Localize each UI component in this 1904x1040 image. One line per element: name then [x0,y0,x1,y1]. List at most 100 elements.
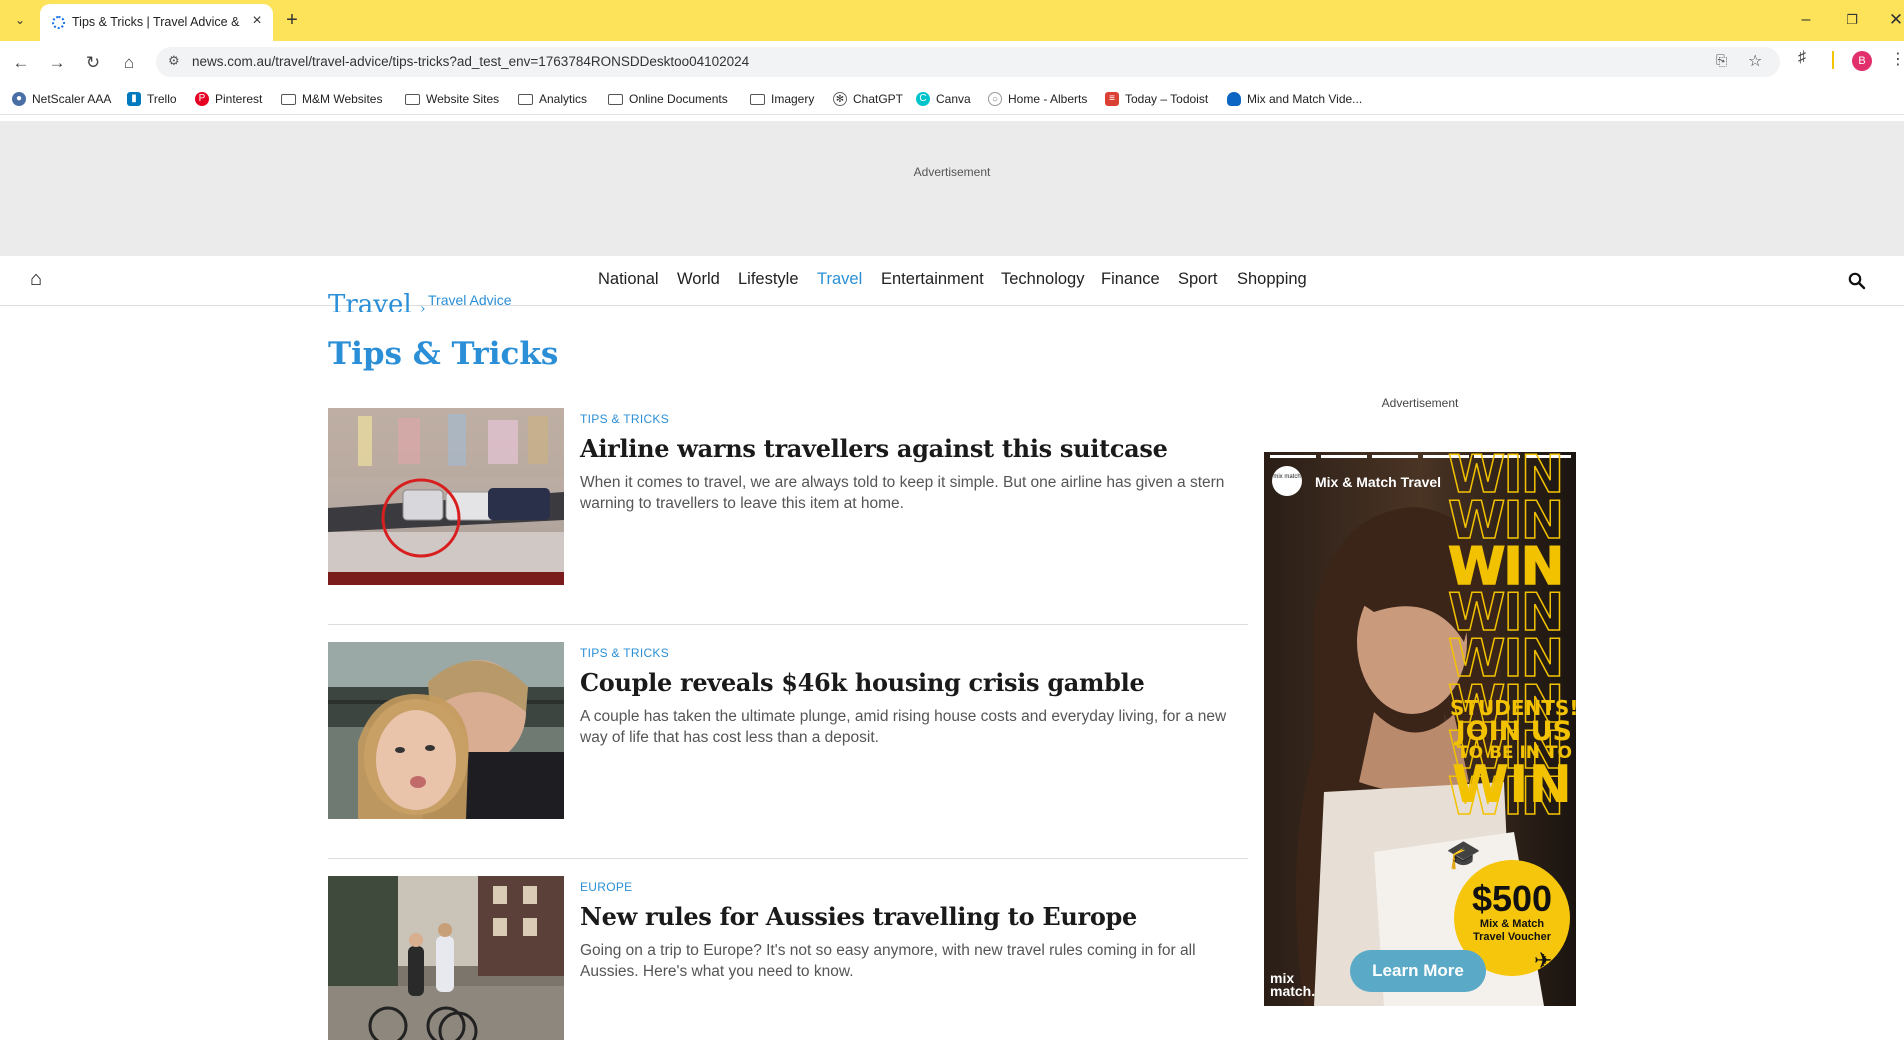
bookmark-analytics[interactable]: Analytics [518,92,587,106]
bookmark-label: Home - Alberts [1008,92,1088,106]
search-icon[interactable] [1848,272,1866,290]
bookmark-label: Canva [936,92,971,106]
story-progress-bar [1321,455,1367,458]
nav-world[interactable]: World [677,270,720,289]
loading-spinner-icon [52,16,65,29]
breadcrumb-travel[interactable]: Travel [328,290,412,312]
promo-text: STUDENTS! JOIN US TO BE IN TO WIN [1450,698,1576,815]
bookmark-chatgpt[interactable]: ✻ ChatGPT [833,92,903,106]
minimize-window-icon[interactable]: – [1792,8,1820,32]
ad-brand-logo: mix match. [1270,971,1316,999]
globe-icon: ○ [988,92,1002,106]
breadcrumb-section[interactable]: Travel › [328,290,426,312]
article-headline[interactable]: New rules for Aussies travelling to Euro… [580,902,1137,931]
promo-line: WIN [1451,755,1572,815]
promo-line: JOIN US [1455,716,1572,747]
nav-finance[interactable]: Finance [1101,270,1160,289]
article-divider [328,624,1248,625]
breadcrumb-separator: › [419,301,426,312]
bookmark-website-sites[interactable]: Website Sites [405,92,499,106]
netscaler-icon: ● [12,92,26,106]
extensions-puzzle-icon[interactable]: ♯ [1798,49,1806,67]
folder-icon [750,93,765,105]
brand-avatar[interactable]: mix match [1272,466,1302,496]
bookmark-canva[interactable]: C Canva [916,92,971,106]
home-icon[interactable]: ⌂ [116,50,142,76]
advertisement-label: Advertisement [1381,396,1459,410]
article-card[interactable]: TIPS & TRICKS Airline warns travellers a… [328,408,1248,588]
folder-icon [405,93,420,105]
tab-search-chevron-icon[interactable]: ⌄ [6,8,34,32]
close-window-icon[interactable]: ✕ [1882,8,1904,32]
article-category[interactable]: TIPS & TRICKS [580,646,669,660]
pinterest-icon: P [195,92,209,106]
bookmark-pinterest[interactable]: P Pinterest [195,92,262,106]
bookmark-mix-and-match[interactable]: Mix and Match Vide... [1227,92,1362,106]
nav-entertainment[interactable]: Entertainment [881,270,984,289]
bookmark-imagery[interactable]: Imagery [750,92,814,106]
bookmark-label: Online Documents [629,92,728,106]
article-thumbnail-couple[interactable] [328,642,564,819]
bookmarks-bar: ● NetScaler AAA ▮ Trello P Pinterest M&M… [0,85,1904,115]
nav-lifestyle[interactable]: Lifestyle [738,270,799,289]
toolbar-divider [1832,51,1834,69]
article-thumbnail-europe[interactable] [328,876,564,1040]
browser-tab-active[interactable]: Tips & Tricks | Travel Advice & Ne × [40,4,273,41]
site-info-icon[interactable]: ⚙ [168,53,180,69]
folder-icon [608,93,623,105]
bookmark-todoist[interactable]: ≡ Today – Todoist [1105,92,1208,106]
brand-name[interactable]: Mix & Match Travel [1315,474,1441,490]
logo-line: match. [1270,983,1316,999]
cloud-icon [1227,92,1241,106]
new-tab-plus-icon[interactable]: + [278,8,306,32]
nav-national[interactable]: National [598,270,659,289]
article-headline[interactable]: Couple reveals $46k housing crisis gambl… [580,668,1145,697]
nav-sport[interactable]: Sport [1178,270,1217,289]
site-navigation: ⌂ National World Lifestyle Travel Entert… [0,256,1904,306]
canva-icon: C [916,92,930,106]
nav-technology[interactable]: Technology [1001,270,1084,289]
install-app-icon[interactable]: ⎘ [1716,52,1727,69]
bookmark-label: NetScaler AAA [32,92,112,106]
back-arrow-icon[interactable]: ← [8,50,34,76]
profile-avatar[interactable]: B [1852,51,1872,71]
article-thumbnail-suitcase[interactable] [328,408,564,585]
prize-line: Mix & Match [1479,918,1545,930]
side-advertisement[interactable]: mix match Mix & Match Travel WIN WIN WIN… [1264,452,1576,1006]
tab-title: Tips & Tricks | Travel Advice & Ne [72,15,242,29]
address-bar[interactable]: ⚙ news.com.au/travel/travel-advice/tips-… [156,47,1780,77]
trello-icon: ▮ [127,92,141,106]
story-progress-bar [1270,455,1316,458]
article-divider [328,858,1248,859]
reload-icon[interactable]: ↻ [80,50,106,76]
article-card[interactable]: EUROPE New rules for Aussies travelling … [328,876,1248,1040]
learn-more-button[interactable]: Learn More [1350,950,1486,992]
nav-shopping[interactable]: Shopping [1237,270,1307,289]
bookmark-home-alberts[interactable]: ○ Home - Alberts [988,92,1087,106]
bookmark-mm-websites[interactable]: M&M Websites [281,92,382,106]
nav-travel[interactable]: Travel [817,270,862,289]
top-advertisement[interactable]: Advertisement [0,121,1904,256]
article-card[interactable]: TIPS & TRICKS Couple reveals $46k housin… [328,642,1248,822]
home-icon[interactable]: ⌂ [30,268,42,291]
bookmark-label: Mix and Match Vide... [1247,92,1363,106]
bookmark-trello[interactable]: ▮ Trello [127,92,177,106]
bookmark-star-icon[interactable]: ☆ [1748,51,1762,71]
article-category[interactable]: TIPS & TRICKS [580,412,669,426]
forward-arrow-icon[interactable]: → [44,50,70,76]
bookmark-online-documents[interactable]: Online Documents [608,92,728,106]
browser-menu-icon[interactable]: ⋮ [1890,49,1904,69]
tab-close-icon[interactable]: × [248,12,266,30]
restore-window-icon[interactable]: ❐ [1838,8,1866,32]
prize-amount: $500 [1471,878,1553,919]
bookmark-netscaler[interactable]: ● NetScaler AAA [12,92,111,106]
folder-icon [281,93,296,105]
breadcrumb-travel-advice[interactable]: Travel Advice [428,292,512,310]
article-headline[interactable]: Airline warns travellers against this su… [580,434,1168,463]
browser-toolbar: ⚙ news.com.au/travel/travel-advice/tips-… [0,41,1904,81]
article-category[interactable]: EUROPE [580,880,632,894]
bookmark-label: Analytics [539,92,588,106]
bookmark-label: ChatGPT [853,92,904,106]
address-url[interactable]: news.com.au/travel/travel-advice/tips-tr… [192,54,749,69]
todoist-icon: ≡ [1105,92,1119,106]
